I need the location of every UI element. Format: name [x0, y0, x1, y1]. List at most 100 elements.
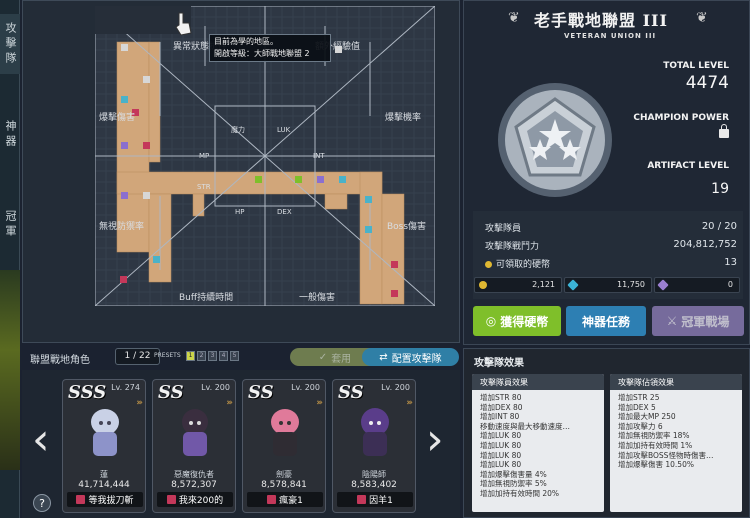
- stat-label-luk: LUK: [277, 126, 291, 134]
- assign-label: 配置攻擊隊: [391, 353, 442, 365]
- preset-3[interactable]: 3: [208, 351, 217, 361]
- effects-title: 攻擊隊效果: [474, 358, 524, 369]
- effect-line: 增加LUK 80: [480, 440, 522, 450]
- effect-line: 增加攻擊力 6: [618, 421, 663, 431]
- swords-icon: ⚔: [666, 314, 678, 328]
- chevron-icon: ›››: [316, 398, 323, 408]
- character-name-tag: 瘋豪1: [247, 492, 323, 507]
- champion-crystal-icon: [657, 279, 669, 291]
- get-coins-button[interactable]: ◎ 獲得硬幣: [473, 306, 561, 336]
- stat-label-mp: MP: [199, 152, 209, 160]
- union-board-panel: 異常狀態抗性 額外經驗值 爆擊傷害 爆擊機率 無視防禦率 Boss傷害 Buff…: [22, 0, 460, 343]
- cursor-hand-icon: [175, 12, 192, 36]
- artifact-quest-label: 神器任務: [581, 314, 630, 329]
- members-value: 20 / 20: [701, 221, 737, 232]
- effect-line: 移動速度與最大移動速度…: [480, 421, 570, 431]
- power-label: 攻擊隊戰鬥力: [485, 242, 540, 252]
- grid-effects-title: 攻擊隊佔領效果: [610, 374, 742, 390]
- character-name: 因羊1: [369, 496, 393, 506]
- next-page-arrow-icon[interactable]: ›: [426, 418, 444, 462]
- team-effects-panel: 攻擊隊效果 攻擊隊員效果 增加STR 80 增加DEX 80 增加INT 80 …: [463, 348, 750, 518]
- preset-2[interactable]: 2: [197, 351, 206, 361]
- help-button[interactable]: ?: [33, 494, 51, 512]
- region-label-crit-damage: 爆擊傷害: [99, 111, 135, 123]
- character-card[interactable]: SS Lv. 200 ››› 陰陽師 8,583,402 因羊1: [332, 379, 416, 513]
- character-header: 聯盟戰地角色 1 / 22 PRESETS 1 2 3 4 5 ✓ 套用 ⇄ 配…: [22, 345, 460, 369]
- effect-line: 增加DEX 5: [618, 402, 656, 412]
- laurel-left-icon: ❦: [508, 10, 520, 26]
- member-effects-list: 增加STR 80 增加DEX 80 增加INT 80 移動速度與最大移動速度… …: [480, 393, 570, 499]
- effect-line: 增加LUK 80: [480, 431, 522, 441]
- character-name-tag: 等我拔刀斬: [67, 492, 143, 507]
- member-effects-title: 攻擊隊員效果: [472, 374, 604, 390]
- currency-coin: 2,121: [474, 277, 562, 293]
- character-level: Lv. 200: [291, 383, 320, 392]
- character-name: 瘋豪1: [279, 496, 303, 506]
- character-job: 蓮: [100, 470, 108, 479]
- coin-circle-icon: ◎: [485, 314, 497, 328]
- effect-line: 增加加持有效時間 20%: [480, 488, 560, 498]
- rank-badge: SS: [338, 382, 364, 403]
- character-avatar: [182, 409, 208, 456]
- preset-4[interactable]: 4: [219, 351, 228, 361]
- stat-label-hp: HP: [235, 208, 245, 216]
- character-job: 劍豪: [276, 470, 292, 479]
- effect-line: 增加LUK 80: [480, 460, 522, 470]
- character-card[interactable]: SSS Lv. 274 ››› 蓮 41,714,444 等我拔刀斬: [62, 379, 146, 513]
- preset-1[interactable]: 1: [186, 351, 195, 361]
- total-level-value: 4474: [685, 73, 729, 93]
- champion-battle-button[interactable]: ⚔ 冠軍戰場: [652, 306, 744, 336]
- character-level: Lv. 200: [381, 383, 410, 392]
- currency-artifact: 11,750: [564, 277, 652, 293]
- coins-row: 可領取的硬幣 13: [485, 257, 737, 270]
- stat-label-magic: 魔力: [231, 125, 245, 134]
- region-label-normal-damage: 一般傷害: [299, 291, 335, 303]
- presets-label: PRESETS: [154, 352, 181, 359]
- get-coins-label: 獲得硬幣: [500, 314, 549, 329]
- character-job: 惡魔復仇者: [174, 470, 214, 479]
- character-card[interactable]: SS Lv. 200 ››› 劍豪 8,578,841 瘋豪1: [242, 379, 326, 513]
- currency-bar: 2,121 11,750 0: [474, 275, 740, 295]
- character-power: 8,578,841: [261, 480, 307, 490]
- artifact-crystal-icon: [567, 279, 579, 291]
- effect-line: 增加爆擊傷害量 4%: [480, 469, 547, 479]
- character-power: 8,583,402: [351, 480, 397, 490]
- effect-line: 增加STR 80: [480, 393, 522, 402]
- currency-champion-value: 0: [727, 280, 733, 289]
- currency-coin-value: 2,121: [532, 280, 555, 289]
- effect-line: 增加爆擊傷害 10.50%: [618, 460, 694, 470]
- prev-page-arrow-icon[interactable]: ‹: [32, 418, 50, 462]
- stat-label-str: STR: [197, 183, 211, 191]
- effect-line: 增加LUK 80: [480, 450, 522, 460]
- members-row: 攻擊隊員 20 / 20: [485, 221, 737, 234]
- rank-badge: SS: [248, 382, 274, 403]
- tab-artifact[interactable]: 神器: [0, 110, 20, 160]
- character-job: 陰陽師: [362, 470, 386, 479]
- character-avatar: [361, 408, 389, 456]
- character-card[interactable]: SS Lv. 200 ››› 惡魔復仇者 8,572,307 我來200的: [152, 379, 236, 513]
- chevron-icon: ›››: [406, 398, 413, 408]
- artifact-quest-button[interactable]: 神器任務: [566, 306, 646, 336]
- members-label: 攻擊隊員: [485, 224, 522, 234]
- union-characters-title: 聯盟戰地角色: [30, 355, 90, 366]
- tab-attack-team[interactable]: 攻擊隊: [0, 14, 20, 74]
- effect-line: 增加DEX 80: [480, 402, 523, 412]
- swap-icon: ⇄: [379, 351, 388, 363]
- grid-effects-box: 攻擊隊佔領效果 增加STR 25 增加DEX 5 增加最大MP 250 增加攻擊…: [610, 374, 742, 512]
- preset-5[interactable]: 5: [230, 351, 239, 361]
- region-label-crit-rate: 爆擊機率: [385, 111, 421, 123]
- rank-badge: SS: [158, 382, 184, 403]
- power-value: 204,812,752: [673, 239, 737, 250]
- assign-team-button[interactable]: ⇄ 配置攻擊隊: [362, 348, 459, 366]
- power-row: 攻擊隊戰鬥力 204,812,752: [485, 239, 737, 252]
- character-name: 我來200的: [178, 496, 224, 506]
- tab-champion[interactable]: 冠軍: [0, 200, 20, 250]
- job-class-icon: [267, 495, 277, 504]
- chevron-icon: ›››: [226, 398, 233, 408]
- total-level-label: TOTAL LEVEL: [663, 61, 729, 71]
- character-name: 等我拔刀斬: [88, 496, 134, 506]
- tooltip-line-1: 目前為學的地區。: [214, 37, 278, 46]
- job-class-icon: [166, 495, 176, 504]
- artifact-level-value: 19: [711, 181, 729, 197]
- effect-line: 增加INT 80: [480, 412, 520, 422]
